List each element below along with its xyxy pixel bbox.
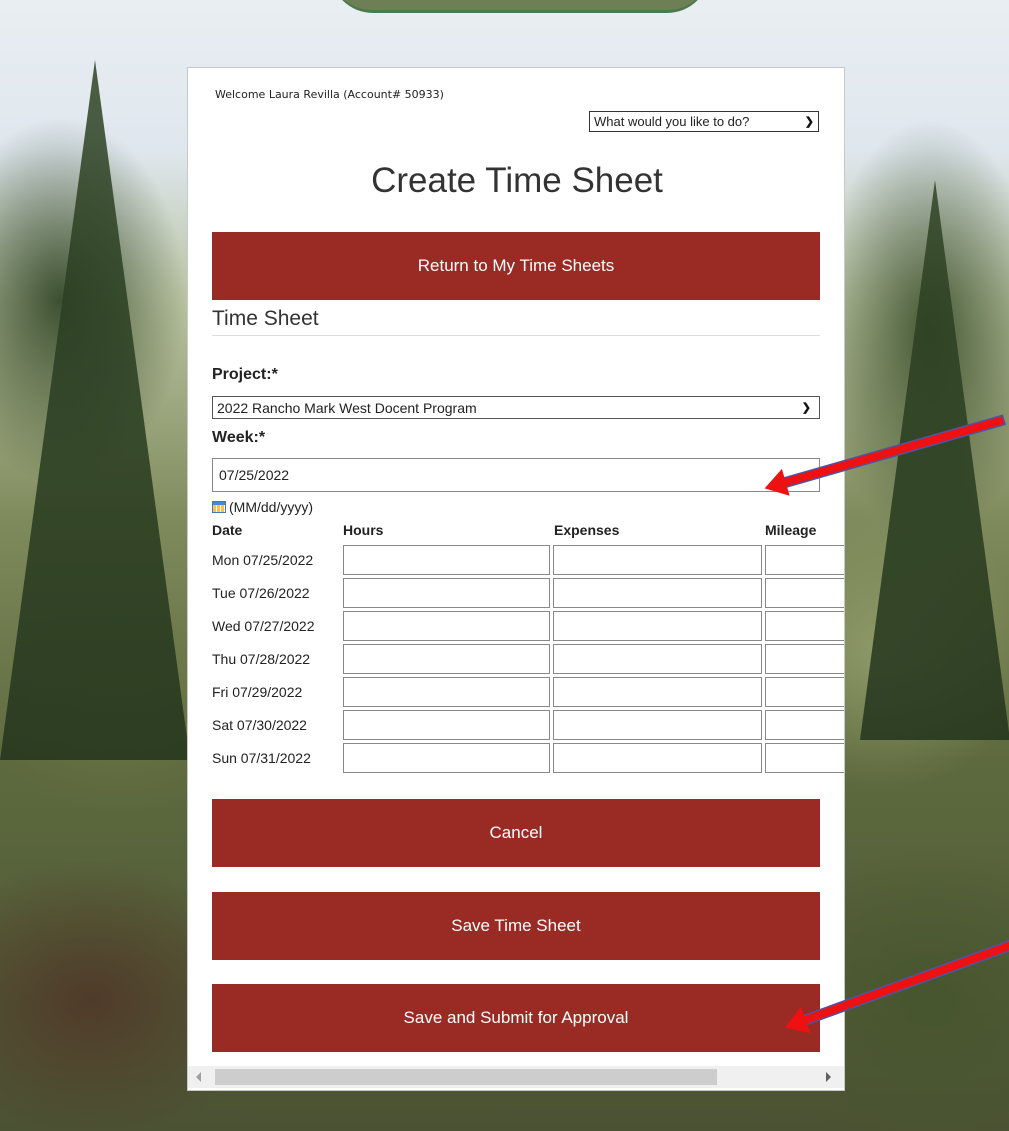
row-date: Sat 07/30/2022 (212, 717, 307, 733)
hours-input[interactable] (343, 611, 550, 641)
mileage-input[interactable] (765, 710, 844, 740)
week-label: Week:* (212, 429, 266, 446)
mileage-input[interactable] (765, 611, 844, 641)
project-select-value: 2022 Rancho Mark West Docent Program (217, 399, 477, 416)
time-sheet-panel: Welcome Laura Revilla (Account# 50933) W… (187, 67, 845, 1091)
calendar-icon[interactable] (212, 501, 226, 513)
column-header-hours: Hours (343, 522, 384, 538)
chevron-down-icon: ❯ (804, 116, 814, 128)
section-title: Time Sheet (212, 307, 319, 330)
scroll-left-icon[interactable] (196, 1072, 201, 1082)
action-menu-label: What would you like to do? (594, 114, 750, 129)
save-time-sheet-button[interactable]: Save Time Sheet (212, 892, 820, 960)
column-header-expenses: Expenses (554, 522, 620, 538)
chevron-down-icon: ❯ (801, 402, 811, 414)
row-date: Tue 07/26/2022 (212, 585, 310, 601)
scroll-right-icon[interactable] (826, 1072, 831, 1082)
expenses-input[interactable] (553, 545, 762, 575)
date-format-hint: (MM/dd/yyyy) (212, 499, 313, 515)
expenses-input[interactable] (553, 578, 762, 608)
hours-input[interactable] (343, 578, 550, 608)
mileage-input[interactable] (765, 578, 844, 608)
hours-input[interactable] (343, 710, 550, 740)
hours-input[interactable] (343, 545, 550, 575)
column-header-date: Date (212, 522, 243, 538)
hours-input[interactable] (343, 677, 550, 707)
horizontal-scrollbar[interactable] (188, 1066, 844, 1088)
mileage-input[interactable] (765, 545, 844, 575)
row-date: Mon 07/25/2022 (212, 552, 314, 568)
expenses-input[interactable] (553, 743, 762, 773)
page-title: Create Time Sheet (371, 161, 663, 200)
mileage-input[interactable] (765, 743, 844, 773)
expenses-input[interactable] (553, 611, 762, 641)
cancel-button[interactable]: Cancel (212, 799, 820, 867)
mileage-input[interactable] (765, 677, 844, 707)
row-date: Fri 07/29/2022 (212, 684, 303, 700)
project-select[interactable]: 2022 Rancho Mark West Docent Program ❯ (212, 396, 820, 419)
week-input-value: 07/25/2022 (219, 467, 290, 483)
row-date: Wed 07/27/2022 (212, 618, 315, 634)
expenses-input[interactable] (553, 644, 762, 674)
action-menu-select[interactable]: What would you like to do? ❯ (589, 111, 819, 132)
return-to-time-sheets-button[interactable]: Return to My Time Sheets (212, 232, 820, 300)
project-label: Project:* (212, 366, 278, 383)
row-date: Sun 07/31/2022 (212, 750, 311, 766)
background-hill (330, 0, 710, 13)
scrollbar-thumb[interactable] (215, 1069, 717, 1085)
week-input[interactable]: 07/25/2022 (212, 458, 820, 492)
save-and-submit-button[interactable]: Save and Submit for Approval (212, 984, 820, 1052)
expenses-input[interactable] (553, 677, 762, 707)
expenses-input[interactable] (553, 710, 762, 740)
date-format-text: (MM/dd/yyyy) (229, 499, 313, 515)
row-date: Thu 07/28/2022 (212, 651, 311, 667)
hours-input[interactable] (343, 743, 550, 773)
mileage-input[interactable] (765, 644, 844, 674)
section-divider (212, 335, 820, 336)
column-header-mileage: Mileage (765, 522, 817, 538)
hours-input[interactable] (343, 644, 550, 674)
welcome-text: Welcome Laura Revilla (Account# 50933) (215, 88, 444, 101)
